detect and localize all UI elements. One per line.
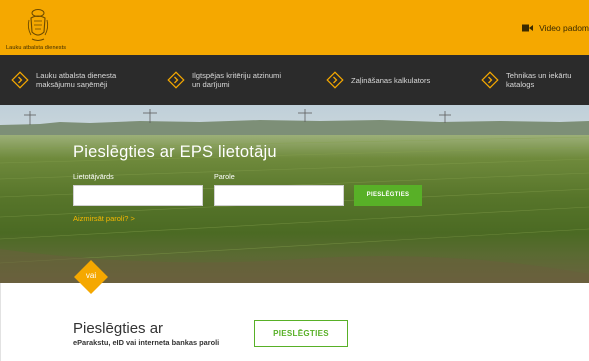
chevron-right-icon	[11, 71, 29, 89]
logo-text: Lauku atbalsta dienests	[6, 45, 67, 51]
password-input[interactable]	[214, 185, 344, 206]
nav-item-greening-calculator[interactable]: Zaļināšanas kalkulators	[326, 55, 441, 105]
nav-item-label: Tehnikas un iekārtu katalogs	[506, 71, 572, 89]
coat-of-arms-icon	[27, 9, 49, 41]
password-label: Parole	[214, 172, 235, 181]
nav-item-label: Ilgtspējas kritēriju atzinumi un darījum…	[192, 71, 282, 89]
video-camera-icon	[522, 24, 534, 32]
username-input[interactable]	[73, 185, 203, 206]
chevron-right-icon	[167, 71, 185, 89]
or-divider-label: vai	[85, 271, 97, 280]
top-header: Lauku atbalsta dienests Video padom	[0, 0, 589, 55]
nav-item-payment-recipients[interactable]: Lauku atbalsta dienesta maksājumu saņēmē…	[11, 55, 126, 105]
chevron-right-icon	[326, 71, 344, 89]
video-tips-label: Video padom	[539, 23, 589, 33]
alt-login-title: Pieslēgties ar	[73, 320, 164, 337]
main-nav: Lauku atbalsta dienesta maksājumu saņēmē…	[0, 55, 589, 105]
nav-item-label: Zaļināšanas kalkulators	[351, 75, 431, 85]
alt-login-subtitle: eParakstu, eID vai interneta bankas paro…	[73, 338, 220, 347]
site-logo[interactable]: Lauku atbalsta dienests	[6, 4, 86, 54]
nav-item-equipment-catalog[interactable]: Tehnikas un iekārtu katalogs	[481, 55, 586, 105]
chevron-right-icon	[481, 71, 499, 89]
login-title: Pieslēgties ar EPS lietotāju	[73, 143, 277, 161]
login-button[interactable]: PIESLĒGTIES	[354, 185, 422, 206]
video-tips-link[interactable]: Video padom	[522, 21, 589, 35]
nav-item-label: Lauku atbalsta dienesta maksājumu saņēmē…	[36, 71, 117, 89]
alt-login-button[interactable]: PIESLĒGTIES	[254, 320, 348, 347]
username-label: Lietotājvārds	[73, 172, 114, 181]
nav-item-sustainability[interactable]: Ilgtspējas kritēriju atzinumi un darījum…	[167, 55, 282, 105]
forgot-password-link[interactable]: Aizmirsāt paroli? >	[73, 214, 135, 223]
